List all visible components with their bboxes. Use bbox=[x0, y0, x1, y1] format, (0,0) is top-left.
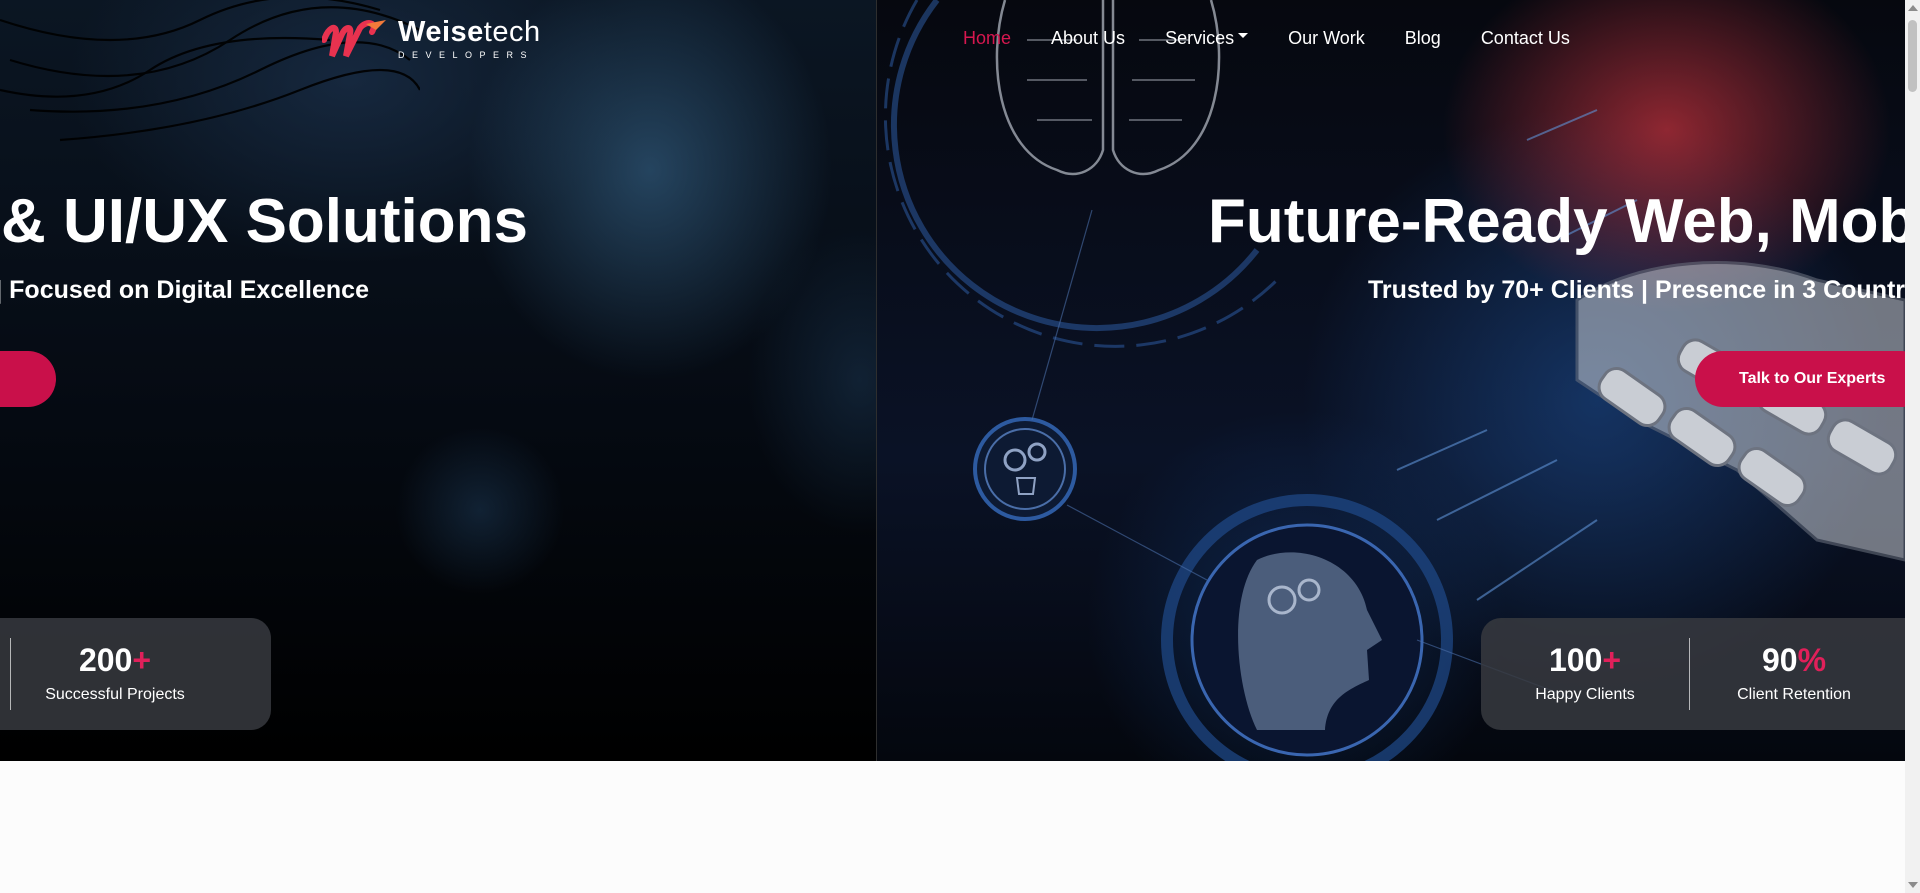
hero-carousel: Weisetech DEVELOPERS Home About Us Servi… bbox=[0, 0, 1905, 761]
nav-about-us[interactable]: About Us bbox=[1051, 28, 1125, 49]
head-gears-icon bbox=[1161, 494, 1453, 761]
nav-home[interactable]: Home bbox=[963, 28, 1011, 49]
stat-label: Successful Projects bbox=[45, 686, 185, 703]
stat-suffix: + bbox=[132, 642, 152, 678]
scroll-up-arrow-icon[interactable] bbox=[1908, 5, 1918, 11]
nav-services[interactable]: Services bbox=[1165, 28, 1249, 49]
hero-headline: Future-Ready Web, Mobil bbox=[1208, 187, 1905, 256]
stat-label: Happy Clients bbox=[1535, 686, 1635, 703]
stat-client-retention: 90% Client Retention bbox=[1690, 644, 1898, 704]
brand-logo[interactable]: Weisetech DEVELOPERS bbox=[322, 18, 541, 60]
previous-slide-cta-button[interactable] bbox=[0, 351, 56, 407]
brand-tagline: DEVELOPERS bbox=[398, 50, 535, 60]
previous-slide-headline: e & UI/UX Solutions bbox=[0, 187, 528, 256]
robot-hand-icon bbox=[1575, 261, 1905, 562]
stat-happy-clients: 100+ Happy Clients bbox=[1481, 644, 1689, 704]
stat-suffix: % bbox=[1797, 642, 1827, 678]
stat-value: 100 bbox=[1548, 642, 1603, 678]
hero-stats: 100+ Happy Clients 90% Client Retention bbox=[1481, 618, 1905, 730]
hero-subline: Trusted by 70+ Clients | Presence in 3 C… bbox=[1368, 276, 1905, 304]
page-scrollbar[interactable] bbox=[1905, 0, 1920, 893]
stat-label: Client Retention bbox=[1737, 686, 1851, 703]
stat-value: 200 bbox=[78, 642, 133, 678]
talk-to-experts-button[interactable]: Talk to Our Experts bbox=[1695, 351, 1905, 407]
previous-slide-subline: es | Focused on Digital Excellence bbox=[0, 276, 369, 304]
stat-value: 90 bbox=[1761, 642, 1798, 678]
brain-circuit-icon bbox=[995, 0, 1221, 176]
nav-contact-us[interactable]: Contact Us bbox=[1481, 28, 1570, 49]
scroll-down-arrow-icon[interactable] bbox=[1908, 882, 1918, 888]
scroll-thumb[interactable] bbox=[1908, 20, 1917, 92]
stat-successful-projects: 200+ Successful Projects bbox=[11, 644, 219, 704]
dropdown-caret-icon bbox=[1238, 33, 1249, 38]
nav-our-work[interactable]: Our Work bbox=[1288, 28, 1365, 49]
nav-blog[interactable]: Blog bbox=[1405, 28, 1441, 49]
gears-bulb-icon bbox=[973, 417, 1077, 521]
nav-services-label: Services bbox=[1165, 28, 1235, 48]
brand-name: Weisetech bbox=[398, 16, 541, 48]
logo-mark-icon bbox=[322, 20, 386, 58]
stat-suffix: + bbox=[1602, 642, 1622, 678]
main-navigation: Home About Us Services Our Work Blog Con… bbox=[963, 28, 1570, 49]
previous-slide-stats: 200+ Successful Projects bbox=[0, 618, 271, 730]
